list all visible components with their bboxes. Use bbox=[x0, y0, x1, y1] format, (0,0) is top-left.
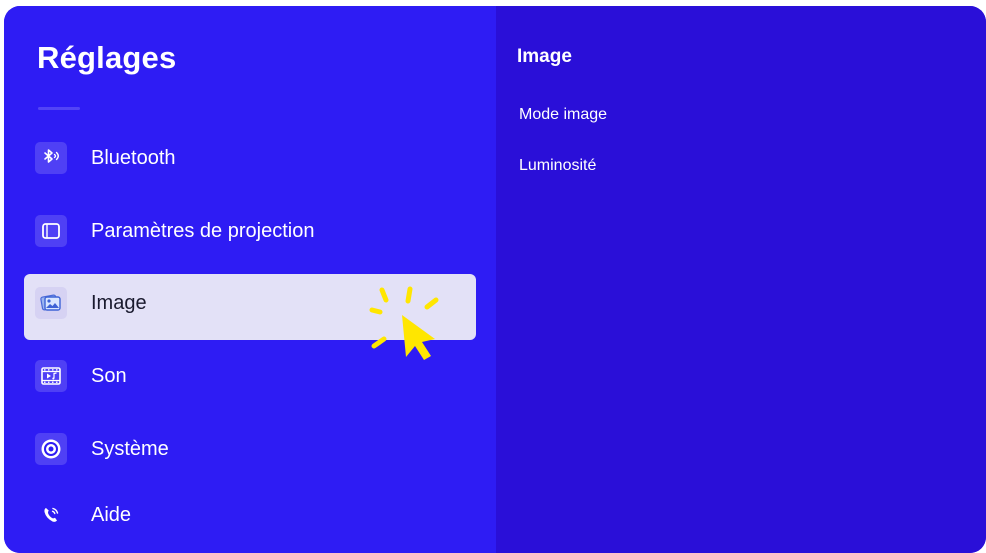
sidebar-item-label: Son bbox=[91, 365, 127, 387]
sidebar-item-bluetooth[interactable]: Bluetooth bbox=[24, 129, 476, 195]
sidebar-item-label: Image bbox=[91, 292, 147, 314]
sidebar-item-system[interactable]: Système bbox=[24, 420, 476, 486]
sidebar-item-image[interactable]: Image bbox=[24, 274, 476, 340]
sidebar-item-label: Système bbox=[91, 438, 169, 460]
detail-item-brightness[interactable]: Luminosité bbox=[519, 157, 596, 175]
gear-icon bbox=[35, 433, 67, 465]
settings-screen: Réglages Bluetooth Paramètres de project… bbox=[4, 6, 986, 553]
sidebar-item-projection-settings[interactable]: Paramètres de projection bbox=[24, 202, 476, 268]
settings-menu-panel: Réglages Bluetooth Paramètres de project… bbox=[4, 6, 496, 553]
page-title: Réglages bbox=[37, 40, 177, 75]
scroll-indicator bbox=[38, 107, 80, 110]
sidebar-item-sound[interactable]: Son bbox=[24, 347, 476, 413]
sidebar-item-label: Bluetooth bbox=[91, 147, 176, 169]
image-icon bbox=[35, 287, 67, 319]
sidebar-item-label: Paramètres de projection bbox=[91, 220, 315, 242]
window-icon bbox=[35, 215, 67, 247]
detail-title: Image bbox=[517, 46, 572, 67]
sidebar-item-help[interactable]: Aide bbox=[24, 486, 476, 552]
detail-item-picture-mode[interactable]: Mode image bbox=[519, 106, 607, 124]
bluetooth-icon bbox=[35, 142, 67, 174]
detail-panel: Image Mode image Luminosité bbox=[496, 6, 986, 553]
sound-icon bbox=[35, 360, 67, 392]
phone-icon bbox=[35, 499, 67, 531]
sidebar-item-label: Aide bbox=[91, 504, 132, 526]
